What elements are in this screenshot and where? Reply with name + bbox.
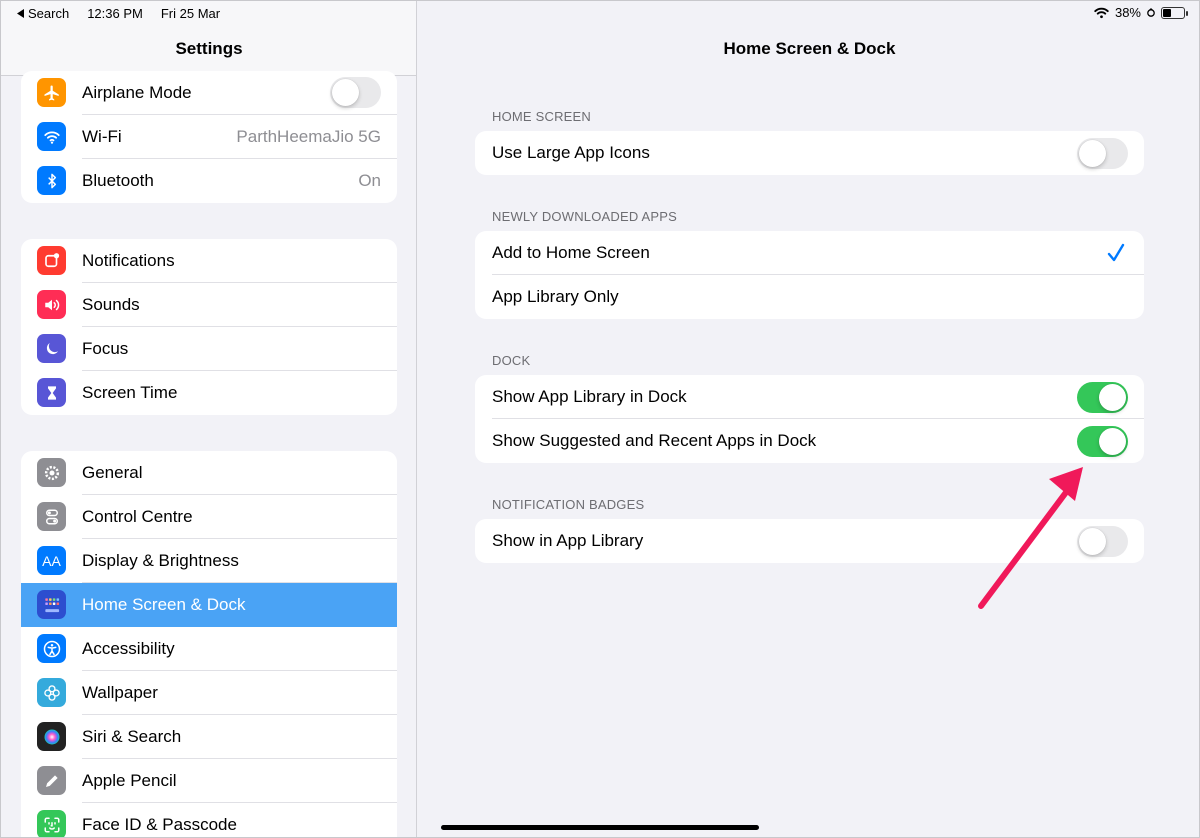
- sidebar-item-focus[interactable]: Focus: [21, 327, 397, 371]
- home-screen-group: Use Large App Icons: [475, 131, 1144, 175]
- pencil-icon: [37, 766, 66, 795]
- sidebar-item-label: Face ID & Passcode: [82, 815, 237, 834]
- back-label: Search: [28, 6, 70, 21]
- home-screen-dock-detail: Home Screen & Dock HOME SCREEN Use Large…: [418, 1, 1199, 837]
- newly-downloaded-group: Add to Home Screen App Library Only: [475, 231, 1144, 319]
- use-large-app-icons-label: Use Large App Icons: [492, 143, 650, 162]
- status-time: 12:36 PM: [87, 6, 143, 21]
- sidebar-item-label: Home Screen & Dock: [82, 595, 246, 614]
- toggles-icon: [37, 502, 66, 531]
- siri-icon: [37, 722, 66, 751]
- sidebar-item-bluetooth[interactable]: Bluetooth On: [21, 159, 397, 203]
- show-in-app-library-label: Show in App Library: [492, 531, 644, 550]
- ipad-screen: Settings Airplane Mode Wi-Fi ParthHeemaJ…: [0, 0, 1200, 838]
- sidebar-item-label: Bluetooth: [82, 171, 154, 190]
- bluetooth-icon: [37, 166, 66, 195]
- sidebar-item-general[interactable]: General: [21, 451, 397, 495]
- general-group: General Control Centre AA Display & Brig…: [21, 451, 397, 837]
- add-to-home-screen-label: Add to Home Screen: [492, 243, 650, 262]
- moon-icon: [37, 334, 66, 363]
- use-large-app-icons-row: Use Large App Icons: [475, 131, 1144, 175]
- sidebar-item-label: Focus: [82, 339, 129, 358]
- add-to-home-screen-option[interactable]: Add to Home Screen: [475, 231, 1144, 275]
- sidebar-item-notifications[interactable]: Notifications: [21, 239, 397, 283]
- sidebar-title: Settings: [175, 39, 243, 58]
- wifi-network-name: ParthHeemaJio 5G: [236, 127, 381, 146]
- show-app-library-in-dock-toggle[interactable]: [1077, 382, 1128, 413]
- show-suggested-recent-apps-label: Show Suggested and Recent Apps in Dock: [492, 431, 817, 450]
- show-app-library-in-dock-label: Show App Library in Dock: [492, 387, 687, 406]
- sidebar-item-face-id[interactable]: Face ID & Passcode: [21, 803, 397, 837]
- sidebar-item-display-brightness[interactable]: AA Display & Brightness: [21, 539, 397, 583]
- sidebar-item-label: Airplane Mode: [82, 83, 192, 102]
- sidebar-item-control-centre[interactable]: Control Centre: [21, 495, 397, 539]
- use-large-app-icons-toggle[interactable]: [1077, 138, 1128, 169]
- airplane-mode-toggle[interactable]: [330, 77, 381, 108]
- lock-rotation-icon: [1147, 8, 1155, 17]
- sidebar-item-label: Screen Time: [82, 383, 178, 402]
- app-library-only-option[interactable]: App Library Only: [475, 275, 1144, 319]
- sidebar-item-siri-search[interactable]: Siri & Search: [21, 715, 397, 759]
- battery-icon: [1161, 6, 1188, 19]
- sidebar-item-sounds[interactable]: Sounds: [21, 283, 397, 327]
- dock-group: Show App Library in Dock Show Suggested …: [475, 375, 1144, 463]
- section-header-dock: DOCK: [492, 353, 531, 368]
- home-screen-icon: [37, 590, 66, 619]
- checkmark-icon: [1107, 243, 1125, 262]
- face-id-icon: [37, 810, 66, 837]
- notifications-group: Notifications Sounds Focus Screen Time: [21, 239, 397, 415]
- wifi-status-icon: [1094, 7, 1109, 18]
- airplane-icon: [37, 78, 66, 107]
- app-library-only-label: App Library Only: [492, 287, 619, 306]
- page-title: Home Screen & Dock: [723, 39, 896, 58]
- sidebar-item-wifi[interactable]: Wi-Fi ParthHeemaJio 5G: [21, 115, 397, 159]
- section-header-newly-downloaded: NEWLY DOWNLOADED APPS: [492, 209, 678, 224]
- settings-sidebar: Settings Airplane Mode Wi-Fi ParthHeemaJ…: [1, 1, 417, 837]
- sidebar-item-label: Siri & Search: [82, 727, 182, 746]
- gear-icon: [37, 458, 66, 487]
- hourglass-icon: [37, 378, 66, 407]
- sounds-icon: [37, 290, 66, 319]
- sidebar-item-label: Apple Pencil: [82, 771, 177, 790]
- back-triangle-icon: [17, 9, 24, 18]
- show-app-library-in-dock-row: Show App Library in Dock: [475, 375, 1144, 419]
- section-header-home-screen: HOME SCREEN: [492, 109, 591, 124]
- sidebar-item-label: Accessibility: [82, 639, 175, 658]
- home-indicator[interactable]: [441, 825, 759, 830]
- sidebar-item-label: Control Centre: [82, 507, 193, 526]
- display-icon: AA: [37, 546, 66, 575]
- sidebar-item-accessibility[interactable]: Accessibility: [21, 627, 397, 671]
- bluetooth-status: On: [358, 171, 381, 190]
- battery-percentage: 38%: [1114, 5, 1141, 20]
- sidebar-item-home-screen-dock[interactable]: Home Screen & Dock: [21, 583, 397, 627]
- connectivity-group: Airplane Mode Wi-Fi ParthHeemaJio 5G Blu…: [21, 71, 397, 203]
- sidebar-item-screen-time[interactable]: Screen Time: [21, 371, 397, 415]
- sidebar-item-label: Display & Brightness: [82, 551, 239, 570]
- section-header-notification-badges: NOTIFICATION BADGES: [492, 497, 645, 512]
- sidebar-item-airplane-mode[interactable]: Airplane Mode: [21, 71, 397, 115]
- accessibility-icon: [37, 634, 66, 663]
- sidebar-item-apple-pencil[interactable]: Apple Pencil: [21, 759, 397, 803]
- sidebar-item-label: Wi-Fi: [82, 127, 122, 146]
- sidebar-item-label: Sounds: [82, 295, 140, 314]
- sidebar-item-label: General: [82, 463, 143, 482]
- sidebar-item-label: Wallpaper: [82, 683, 158, 702]
- wifi-icon: [37, 122, 66, 151]
- back-to-search-link[interactable]: Search: [17, 6, 69, 21]
- sidebar-item-label: Notifications: [82, 251, 175, 270]
- status-bar: Search 12:36 PM Fri 25 Mar 38%: [1, 1, 1199, 25]
- sidebar-item-wallpaper[interactable]: Wallpaper: [21, 671, 397, 715]
- wallpaper-icon: [37, 678, 66, 707]
- notifications-icon: [37, 246, 66, 275]
- annotation-arrow-icon: [978, 467, 1083, 609]
- status-date: Fri 25 Mar: [160, 6, 221, 21]
